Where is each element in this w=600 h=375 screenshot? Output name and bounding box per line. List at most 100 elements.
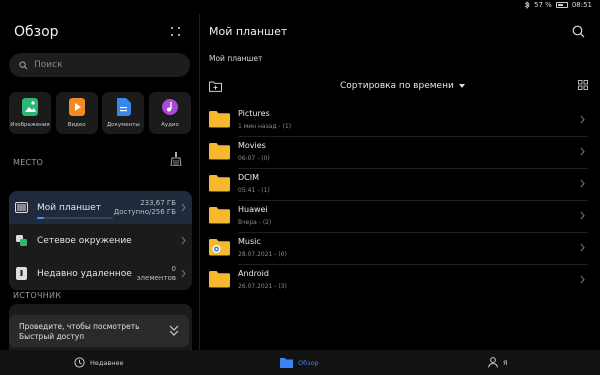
video-icon [68,98,85,116]
file-meta: 06:07 - (0) [238,155,270,162]
nav-label: Недавнее [90,358,124,367]
music-folder-icon [209,239,230,256]
double-chevron-down-icon [169,325,179,336]
file-meta: 1 мин назад - (1) [238,123,292,130]
document-icon [117,98,132,116]
battery-icon [555,2,568,8]
category-video[interactable]: Видео [55,92,98,134]
sort-dropdown[interactable]: Сортировка по времени [340,81,465,91]
breadcrumb[interactable]: Мой планшет [209,54,262,63]
category-audio[interactable]: Аудио [148,92,191,134]
page-title: Мой планшет [209,25,288,38]
location-recently-deleted[interactable]: Недавно удаленное 0 элементов [9,257,192,290]
file-name: Android [238,269,269,278]
broom-icon[interactable] [170,152,182,166]
category-label: Аудио [161,122,179,128]
location-list: Мой планшет 233,67 ГБ Доступно/256 ГБ Сет… [9,191,192,290]
location-label: Недавно удаленное [37,268,132,279]
location-network[interactable]: Сетевое окружение [9,224,192,257]
file-row[interactable]: Pictures 1 мин назад - (1) [200,104,600,136]
category-documents[interactable]: Документы [102,92,145,134]
location-label: Сетевое окружение [37,235,132,246]
nav-me[interactable]: Я [488,350,508,375]
location-label: Мой планшет [37,202,102,213]
image-icon [22,98,38,116]
folder-icon [209,143,230,160]
swipe-tip[interactable]: Проведите, чтобы посмотреть Быстрый досту… [9,315,189,347]
sidebar: Обзор Изображения Видео Документы Аудио … [0,14,199,350]
swipe-tip-line1: Проведите, чтобы посмотреть [19,322,140,331]
folder-icon [209,207,230,224]
chevron-right-icon [181,236,186,245]
category-grid: Изображения Видео Документы Аудио [9,92,191,134]
file-row[interactable]: Music 28.07.2021 - (0) [200,232,600,264]
folder-icon [280,358,293,368]
file-name: Movies [238,141,266,150]
file-meta: 28.07.2021 - (0) [238,251,287,258]
folder-icon [209,111,230,128]
grid-view-icon[interactable] [578,80,588,90]
chevron-right-icon [580,243,585,252]
chevron-right-icon [580,275,585,284]
chevron-right-icon [181,203,186,212]
search-bar[interactable] [9,53,190,77]
storage-free: 233,67 ГБ [140,198,176,207]
chevron-right-icon [580,115,585,124]
deleted-count-unit: элементов [136,273,176,282]
clock-icon [74,357,85,368]
nav-label: Обзор [298,358,319,367]
chevron-right-icon [181,269,186,278]
file-meta: 26.07.2021 - (3) [238,283,287,290]
swipe-tip-line2: Быстрый доступ [19,332,85,341]
deleted-count: 0 элементов [137,265,176,283]
trash-icon [16,267,27,280]
file-name: Pictures [238,109,270,118]
file-meta: Вчера - (2) [238,219,272,226]
source-section-label: ИСТОЧНИК [13,291,62,300]
chevron-right-icon [580,211,585,220]
bottom-nav: Недавнее Обзор Я [0,350,600,375]
file-name: Music [238,237,261,246]
file-row[interactable]: DCIM 05:41 - (1) [200,168,600,200]
category-label: Видео [67,122,86,128]
category-images[interactable]: Изображения [9,92,51,134]
nav-label: Я [503,358,508,367]
more-icon[interactable] [170,26,182,38]
folder-icon [209,271,230,288]
sort-label: Сортировка по времени [340,81,454,91]
file-name: DCIM [238,173,260,182]
category-label: Документы [106,122,140,128]
file-row[interactable]: Huawei Вчера - (2) [200,200,600,232]
search-icon[interactable] [572,25,585,38]
location-my-tablet[interactable]: Мой планшет 233,67 ГБ Доступно/256 ГБ [9,191,192,224]
person-icon [488,357,498,368]
clock: 08:51 [571,1,592,9]
nav-browse[interactable]: Обзор [280,350,319,375]
main-pane: Мой планшет Мой планшет Сортировка по вр… [200,14,600,350]
swipe-tip-text: Проведите, чтобы посмотреть Быстрый досту… [19,322,140,342]
location-section-label: МЕСТО [13,158,44,167]
search-icon [19,60,28,69]
chevron-right-icon [580,179,585,188]
tablet-icon [15,202,28,213]
status-bar: 57 % 08:51 [0,0,600,14]
audio-icon [161,99,178,115]
file-row[interactable]: Android 26.07.2021 - (3) [200,264,600,296]
file-row[interactable]: Movies 06:07 - (0) [200,136,600,168]
storage-info: 233,67 ГБ Доступно/256 ГБ [114,199,176,217]
chevron-right-icon [580,147,585,156]
folder-icon [209,175,230,192]
caret-down-icon [458,84,465,88]
file-meta: 05:41 - (1) [238,187,270,194]
storage-usage-bar [37,217,113,219]
category-label: Изображения [10,122,50,128]
storage-usage-fill [37,217,44,219]
search-input[interactable] [34,60,174,70]
deleted-count-value: 0 [171,264,176,273]
sidebar-title: Обзор [14,24,59,40]
file-name: Huawei [238,205,268,214]
file-list: Pictures 1 мин назад - (1) Movies 06:07 … [200,104,600,296]
nav-recent[interactable]: Недавнее [74,350,123,375]
status-indicators: 57 % 08:51 [524,1,592,9]
new-folder-icon[interactable] [209,80,222,92]
